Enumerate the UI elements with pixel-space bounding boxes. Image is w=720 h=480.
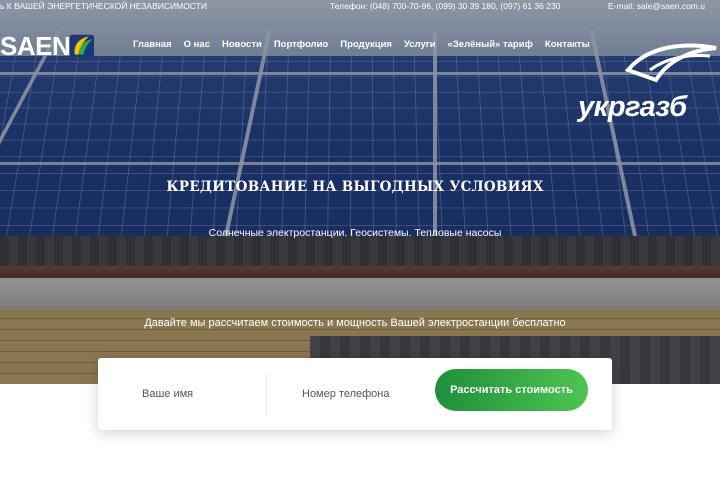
- partner-logo[interactable]: укргазб: [578, 40, 720, 123]
- top-info-bar: ь К ВАШЕЙ ЭНЕРГЕТИЧЕСКОЙ НЕЗАВИСИМОСТИ Т…: [0, 0, 720, 14]
- hero-subline: Солнечные электростанции. Геосистемы. Те…: [208, 227, 502, 239]
- nav-item-products[interactable]: Продукция: [340, 38, 392, 52]
- calculate-cost-button[interactable]: Рассчитать стоимость: [435, 369, 588, 411]
- field-divider: [266, 372, 267, 416]
- phone-numbers[interactable]: Телефон: (048) 700-70-96, (099) 30 39 18…: [330, 0, 560, 12]
- logo-text: SAEN: [0, 31, 71, 61]
- partner-emblem-icon: [624, 43, 717, 83]
- partner-name: укргазб: [578, 91, 687, 123]
- name-input[interactable]: [142, 370, 262, 418]
- nav-item-green-tariff[interactable]: «Зелёный» тариф: [448, 38, 533, 52]
- main-navigation: Главная О нас Новости Портфолио Продукци…: [133, 38, 590, 52]
- nav-item-home[interactable]: Главная: [133, 38, 172, 52]
- email-link[interactable]: E-mail: sale@saen.com.u: [608, 0, 705, 12]
- quote-request-form: Рассчитать стоимость: [98, 358, 612, 430]
- nav-item-portfolio[interactable]: Портфолио: [274, 38, 328, 52]
- nav-item-services[interactable]: Услуги: [404, 38, 436, 52]
- nav-item-about[interactable]: О нас: [184, 38, 210, 52]
- phone-input[interactable]: [302, 370, 432, 418]
- leaf-logo-icon: [69, 34, 95, 58]
- site-logo[interactable]: SAEN: [0, 28, 96, 64]
- slogan-text: ь К ВАШЕЙ ЭНЕРГЕТИЧЕСКОЙ НЕЗАВИСИМОСТИ: [0, 1, 207, 11]
- calculation-offer-text: Давайте мы рассчитаем стоимость и мощнос…: [144, 317, 566, 329]
- hero-headline: КРЕДИТОВАНИЕ НА ВЫГОДНЫХ УСЛОВИЯХ: [166, 179, 544, 195]
- nav-item-news[interactable]: Новости: [222, 38, 262, 52]
